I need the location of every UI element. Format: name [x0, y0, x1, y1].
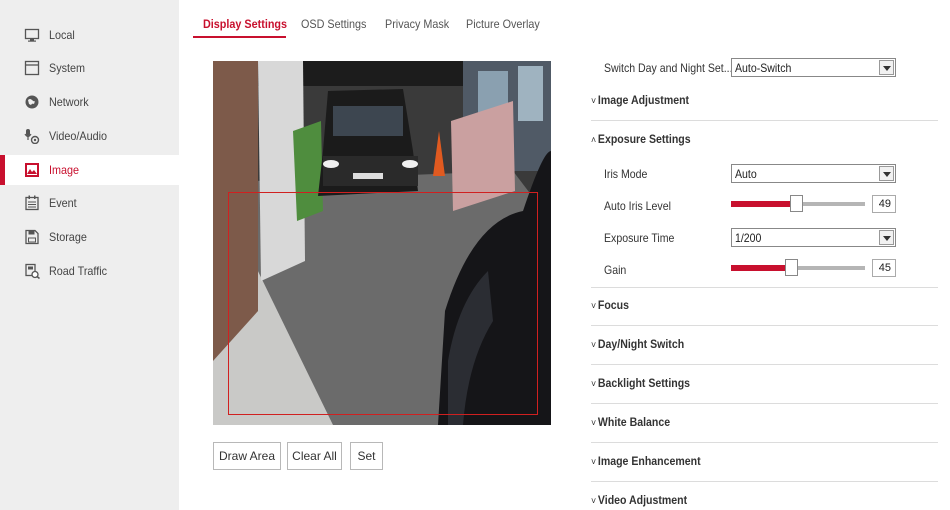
tab-bar: Display Settings OSD Settings Privacy Ma…: [193, 0, 950, 40]
chevron-down-icon: ˅: [591, 457, 597, 468]
chevron-down-icon: ˅: [591, 379, 597, 390]
divider: [591, 442, 938, 443]
tab-display-settings[interactable]: Display Settings: [203, 0, 287, 38]
chevron-down-icon: ˅: [591, 418, 597, 429]
sidebar-item-network[interactable]: Network: [0, 87, 179, 117]
tab-osd-settings[interactable]: OSD Settings: [301, 0, 366, 38]
section-focus[interactable]: ˅ Focus: [591, 298, 629, 312]
sidebar-item-image[interactable]: Image: [0, 155, 179, 185]
slider-thumb[interactable]: [790, 195, 803, 212]
road-traffic-icon: [25, 263, 40, 279]
divider: [591, 287, 938, 288]
sidebar-item-video-audio[interactable]: Video/Audio: [0, 121, 179, 151]
slider-thumb[interactable]: [785, 259, 798, 276]
draw-area-button[interactable]: Draw Area: [213, 442, 281, 470]
sidebar-item-label: Local: [49, 28, 75, 42]
sidebar-item-label: Network: [49, 95, 89, 109]
section-label: Image Adjustment: [597, 93, 690, 107]
sidebar-item-label: Road Traffic: [49, 264, 108, 278]
select-value: 1/200: [735, 231, 762, 245]
section-label: Focus: [597, 298, 630, 312]
section-white-balance[interactable]: ˅ White Balance: [591, 415, 670, 429]
storage-icon: [25, 229, 39, 245]
section-image-enhancement[interactable]: ˅ Image Enhancement: [591, 454, 701, 468]
sidebar: Local System Network Video/Audio Image E…: [0, 0, 179, 510]
tab-privacy-mask[interactable]: Privacy Mask: [385, 0, 449, 38]
chevron-down-icon[interactable]: [879, 230, 894, 245]
sidebar-item-road-traffic[interactable]: Road Traffic: [0, 256, 179, 286]
globe-icon: [25, 95, 39, 109]
section-backlight-settings[interactable]: ˅ Backlight Settings: [591, 376, 690, 390]
section-video-adjustment[interactable]: ˅ Video Adjustment: [591, 493, 687, 507]
section-label: White Balance: [597, 415, 671, 429]
gain-label: Gain: [604, 263, 627, 277]
system-icon: [24, 60, 40, 76]
detection-area-rect[interactable]: [228, 192, 538, 415]
slider-fill: [731, 265, 787, 271]
sidebar-item-label: System: [49, 61, 86, 75]
clear-all-button[interactable]: Clear All: [287, 442, 342, 470]
tab-picture-overlay[interactable]: Picture Overlay: [466, 0, 540, 38]
select-value: Auto: [735, 167, 757, 181]
sidebar-item-label: Storage: [49, 230, 87, 244]
iris-mode-select[interactable]: Auto: [731, 164, 896, 183]
live-video-view[interactable]: [213, 61, 551, 425]
gain-slider[interactable]: [731, 259, 865, 277]
sidebar-item-event[interactable]: Event: [0, 188, 179, 218]
exposure-time-label: Exposure Time: [604, 231, 675, 245]
chevron-down-icon[interactable]: [879, 60, 894, 75]
sidebar-item-label: Video/Audio: [49, 129, 108, 143]
gain-value[interactable]: 45: [872, 259, 896, 277]
sidebar-item-system[interactable]: System: [0, 53, 179, 83]
active-tab-indicator: [193, 36, 286, 38]
chevron-down-icon: ˅: [591, 496, 597, 507]
divider: [591, 364, 938, 365]
section-day-night-switch[interactable]: ˅ Day/Night Switch: [591, 337, 684, 351]
exposure-time-select[interactable]: 1/200: [731, 228, 896, 247]
section-exposure-settings[interactable]: ˄ Exposure Settings: [591, 132, 691, 146]
divider: [591, 481, 938, 482]
slider-fill: [731, 201, 792, 207]
auto-iris-level-slider[interactable]: [731, 195, 865, 213]
monitor-icon: [24, 28, 40, 42]
image-icon: [25, 163, 39, 177]
select-value: Auto-Switch: [735, 61, 792, 75]
divider: [591, 120, 938, 121]
auto-iris-level-value[interactable]: 49: [872, 195, 896, 213]
section-label: Video Adjustment: [597, 493, 688, 507]
auto-iris-level-label: Auto Iris Level: [604, 199, 671, 213]
sidebar-item-local[interactable]: Local: [0, 20, 179, 50]
iris-mode-label: Iris Mode: [604, 167, 648, 181]
day-night-set-label: Switch Day and Night Set...: [604, 61, 733, 75]
chevron-down-icon: ˅: [591, 96, 597, 107]
chevron-down-icon[interactable]: [879, 166, 894, 181]
mic-camera-icon: [24, 129, 40, 144]
divider: [591, 403, 938, 404]
section-label: Exposure Settings: [597, 132, 691, 146]
calendar-icon: [25, 195, 39, 211]
sidebar-item-storage[interactable]: Storage: [0, 222, 179, 252]
set-button[interactable]: Set: [350, 442, 383, 470]
sidebar-item-label: Image: [49, 163, 80, 177]
divider: [591, 325, 938, 326]
section-label: Backlight Settings: [597, 376, 691, 390]
section-image-adjustment[interactable]: ˅ Image Adjustment: [591, 93, 689, 107]
chevron-down-icon: ˅: [591, 340, 597, 351]
chevron-up-icon: ˄: [591, 135, 597, 146]
section-label: Day/Night Switch: [597, 337, 685, 351]
section-label: Image Enhancement: [597, 454, 701, 468]
chevron-down-icon: ˅: [591, 301, 597, 312]
day-night-set-select[interactable]: Auto-Switch: [731, 58, 896, 77]
sidebar-item-label: Event: [49, 196, 77, 210]
